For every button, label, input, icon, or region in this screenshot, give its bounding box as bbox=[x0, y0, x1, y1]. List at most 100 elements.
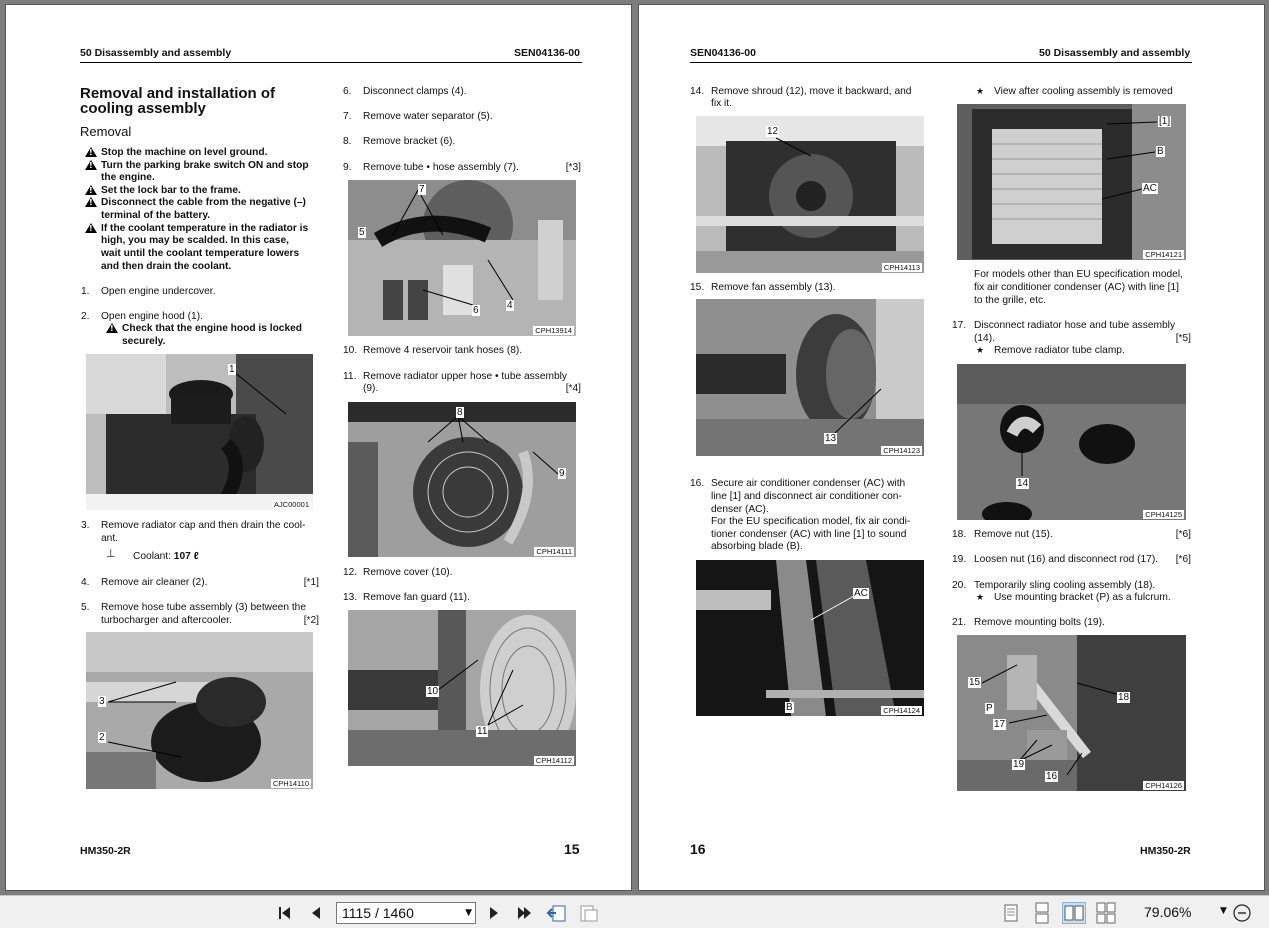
figure-reservoir-hoses: 8 9 CPH14111 bbox=[348, 402, 576, 557]
next-view-icon bbox=[580, 905, 598, 922]
callout-1: 1 bbox=[228, 364, 236, 375]
previous-view-button[interactable] bbox=[546, 903, 566, 923]
step-19-text: Loosen nut (16) and disconnect rod (17). bbox=[974, 554, 1159, 565]
figure-code: CPH14123 bbox=[881, 446, 922, 455]
step-8-text: Remove bracket (6). bbox=[363, 136, 456, 147]
header-rule bbox=[690, 62, 1192, 63]
page-title-line1: Removal and installation of bbox=[80, 85, 276, 102]
next-page-icon bbox=[490, 907, 498, 919]
step-18-text: Remove nut (15). bbox=[974, 529, 1053, 540]
condenser-line-illustration bbox=[696, 560, 924, 716]
condenser-view-illustration bbox=[957, 104, 1186, 260]
figure-code: CPH14111 bbox=[534, 547, 574, 556]
callout-P: P bbox=[985, 703, 994, 714]
first-page-button[interactable] bbox=[276, 903, 296, 923]
engine-hood-illustration bbox=[86, 354, 313, 510]
footer-page-number: 15 bbox=[564, 841, 580, 857]
warning-5b: high, you may be scalded. In this case, bbox=[101, 235, 289, 246]
footer-model: HM350-2R bbox=[1140, 845, 1191, 857]
callout-8: 8 bbox=[456, 407, 464, 418]
figure-shroud: 12 CPH14113 bbox=[696, 116, 924, 273]
step-17-ref: [*5] bbox=[1175, 333, 1191, 344]
next-view-button[interactable] bbox=[578, 903, 598, 923]
figure-code: CPH14126 bbox=[1143, 781, 1184, 790]
step-number: 20. bbox=[952, 580, 967, 591]
page-15: 50 Disassembly and assembly SEN04136-00 … bbox=[5, 4, 632, 891]
page-number-input[interactable]: 1115 / 1460 ▼ bbox=[336, 902, 476, 924]
step-7-text: Remove water separator (5). bbox=[363, 111, 493, 122]
tube-hose-illustration bbox=[348, 180, 576, 336]
step-4-text: Remove air cleaner (2). bbox=[101, 577, 208, 588]
callout-7: 7 bbox=[418, 184, 426, 195]
callout-16: 16 bbox=[1045, 771, 1059, 782]
fan-guard-illustration bbox=[348, 610, 576, 766]
figure-code: CPH14110 bbox=[270, 779, 311, 788]
step-number: 13. bbox=[343, 592, 358, 603]
coolant-icon: ⊥ bbox=[106, 547, 116, 560]
section-subtitle: Removal bbox=[80, 124, 132, 139]
star-icon: ★ bbox=[976, 593, 985, 603]
step-number: 7. bbox=[343, 111, 352, 122]
step-number: 3. bbox=[81, 520, 90, 531]
last-page-icon bbox=[518, 907, 531, 919]
reservoir-hoses-illustration bbox=[348, 402, 576, 557]
star-icon: ★ bbox=[976, 87, 985, 97]
figure-radiator-hose: 14 CPH14125 bbox=[957, 364, 1186, 520]
callout-B: B bbox=[1156, 146, 1165, 157]
warning-3: Set the lock bar to the frame. bbox=[101, 185, 241, 196]
step-16-line5: tioner condenser (AC) with line [1] to s… bbox=[711, 529, 907, 540]
step-16-line4: For the EU specification model, fix air … bbox=[711, 516, 911, 527]
step-6-text: Disconnect clamps (4). bbox=[363, 86, 467, 97]
fan-assembly-illustration bbox=[696, 299, 924, 456]
step-1-text: Open engine undercover. bbox=[101, 286, 216, 297]
step-number: 14. bbox=[690, 86, 705, 97]
footer-model: HM350-2R bbox=[80, 845, 131, 857]
step-number: 8. bbox=[343, 136, 352, 147]
view-note: View after cooling assembly is removed bbox=[994, 86, 1173, 97]
callout-19: 19 bbox=[1012, 759, 1026, 770]
callout-14: 14 bbox=[1016, 478, 1030, 489]
callout-5: 5 bbox=[358, 227, 366, 238]
step-15-text: Remove fan assembly (13). bbox=[711, 282, 836, 293]
zoom-level[interactable]: 79.06% bbox=[1144, 904, 1191, 920]
single-page-view-button[interactable] bbox=[999, 902, 1023, 924]
last-page-button[interactable] bbox=[514, 903, 534, 923]
callout-4: 4 bbox=[506, 300, 514, 311]
next-page-button[interactable] bbox=[484, 903, 504, 923]
figure-fan-assembly: 13 CPH14123 bbox=[696, 299, 924, 456]
document-viewer: 50 Disassembly and assembly SEN04136-00 … bbox=[0, 0, 1269, 895]
step-2-caution-b: securely. bbox=[122, 336, 166, 347]
header-section: 50 Disassembly and assembly bbox=[80, 47, 232, 59]
step-3-line2: ant. bbox=[101, 533, 118, 544]
continuous-view-button[interactable] bbox=[1030, 902, 1054, 924]
step-11-line2: (9). bbox=[363, 383, 379, 394]
facing-pages-view-button[interactable] bbox=[1062, 902, 1086, 924]
callout-B: B bbox=[785, 702, 794, 713]
step-number: 1. bbox=[81, 286, 90, 297]
step-9-ref: [*3] bbox=[565, 162, 581, 173]
callout-11: 11 bbox=[476, 726, 489, 737]
step-16-line3: denser (AC). bbox=[711, 504, 769, 515]
warning-4a: Disconnect the cable from the negative (… bbox=[101, 197, 306, 208]
continuous-icon bbox=[1035, 902, 1049, 924]
step-number: 12. bbox=[343, 567, 358, 578]
warning-icon bbox=[85, 197, 97, 207]
prev-page-button[interactable] bbox=[306, 903, 326, 923]
chevron-down-icon[interactable]: ▼ bbox=[465, 903, 472, 923]
continuous-facing-view-button[interactable] bbox=[1094, 902, 1118, 924]
star-icon: ★ bbox=[976, 346, 985, 356]
prev-page-icon bbox=[312, 907, 320, 919]
step-10-text: Remove 4 reservoir tank hoses (8). bbox=[363, 345, 523, 356]
step-19-ref: [*6] bbox=[1175, 554, 1191, 565]
air-cleaner-illustration bbox=[86, 632, 313, 789]
step-20-text: Temporarily sling cooling assembly (18). bbox=[974, 580, 1156, 591]
figure-code: CPH13914 bbox=[533, 326, 574, 335]
warning-5d: and then drain the coolant. bbox=[101, 261, 232, 272]
zoom-out-button[interactable] bbox=[1232, 903, 1252, 923]
zoom-dropdown-icon[interactable]: ▼ bbox=[1220, 906, 1227, 916]
figure-code: AJC00001 bbox=[271, 500, 311, 509]
step-number: 19. bbox=[952, 554, 967, 565]
first-page-icon bbox=[279, 907, 290, 919]
step-9-text: Remove tube • hose assembly (7). bbox=[363, 162, 519, 173]
continuous-facing-icon bbox=[1096, 902, 1116, 924]
